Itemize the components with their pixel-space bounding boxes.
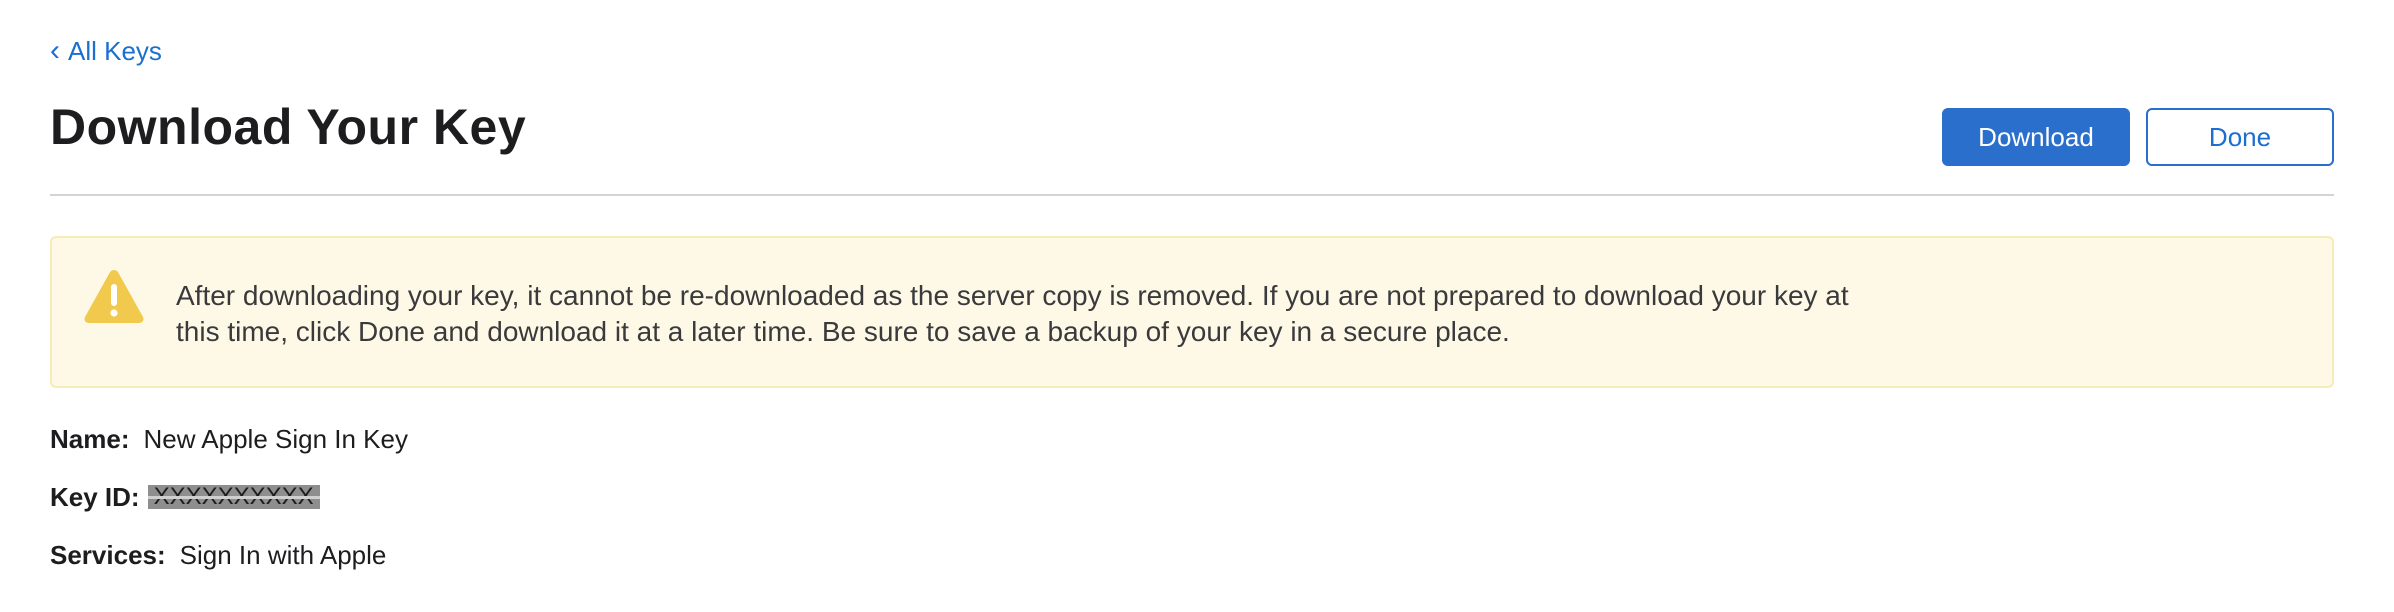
key-id-label: Key ID: bbox=[50, 481, 140, 512]
header-actions: Download Done bbox=[1942, 108, 2334, 166]
back-to-all-keys-link[interactable]: ‹ All Keys bbox=[50, 33, 162, 67]
detail-row-key-id: Key ID: XXXXXXXXXX bbox=[50, 478, 408, 516]
back-link-label: All Keys bbox=[68, 36, 162, 66]
key-id-value-redacted: XXXXXXXXXX bbox=[147, 485, 320, 509]
key-details: Name: New Apple Sign In Key Key ID: XXXX… bbox=[50, 420, 408, 594]
warning-triangle-icon bbox=[82, 266, 146, 326]
name-value: New Apple Sign In Key bbox=[143, 423, 408, 454]
header-divider bbox=[50, 194, 2334, 196]
warning-banner: After downloading your key, it cannot be… bbox=[50, 236, 2334, 388]
services-value: Sign In with Apple bbox=[179, 539, 387, 570]
services-label: Services: bbox=[50, 539, 166, 570]
detail-row-services: Services: Sign In with Apple bbox=[50, 536, 408, 574]
chevron-left-icon: ‹ bbox=[50, 33, 60, 67]
page-title: Download Your Key bbox=[50, 99, 527, 155]
name-label: Name: bbox=[50, 423, 130, 454]
detail-row-name: Name: New Apple Sign In Key bbox=[50, 420, 408, 458]
download-button[interactable]: Download bbox=[1942, 108, 2130, 166]
key-download-page: ‹ All Keys Download Your Key Download Do… bbox=[50, 0, 2334, 612]
warning-message: After downloading your key, it cannot be… bbox=[176, 280, 1849, 347]
done-button[interactable]: Done bbox=[2146, 108, 2334, 166]
